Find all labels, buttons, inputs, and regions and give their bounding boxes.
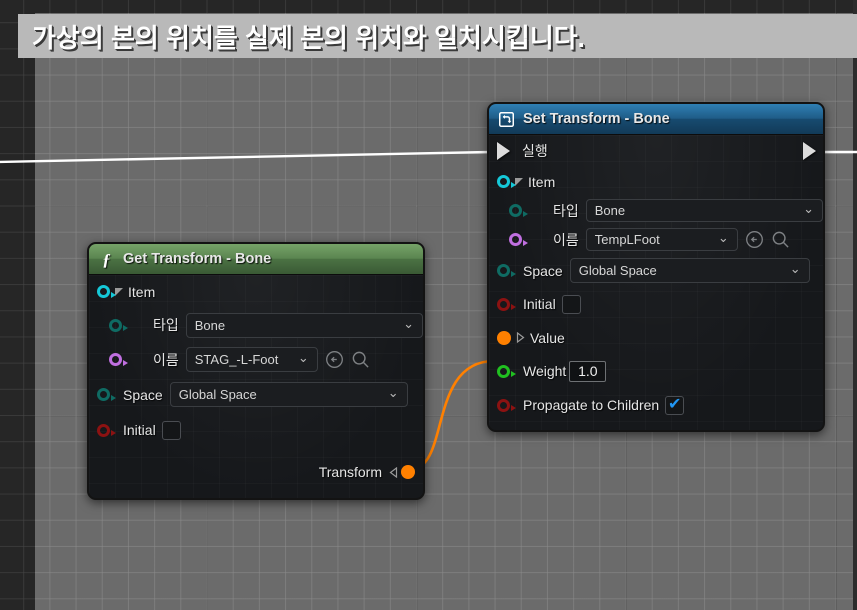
row-name: 이름 TempLFoot ⌄ <box>489 225 823 254</box>
node-get-transform-bone[interactable]: ƒ Get Transform - Bone Item 타입 Bone ⌄ 이름… <box>87 242 425 500</box>
initial-pin[interactable] <box>97 423 116 437</box>
space-dropdown[interactable]: Global Space ⌄ <box>169 382 408 407</box>
browse-back-icon[interactable] <box>325 350 344 369</box>
type-pin[interactable] <box>109 318 128 332</box>
comment-banner[interactable]: 가상의 본의 위치를 실제 본의 위치와 일치시킵니다. <box>18 14 857 58</box>
row-space: Space Global Space ⌄ <box>89 377 423 412</box>
chevron-down-icon: ⌄ <box>789 261 801 276</box>
expand-arrow-icon[interactable] <box>115 287 123 296</box>
node-title-set-transform-bone: Set Transform - Bone <box>523 111 670 127</box>
node-set-transform-bone[interactable]: Set Transform - Bone 실행 Item 타입 Bone ⌄ 이… <box>487 102 825 432</box>
type-dropdown[interactable]: Bone ⌄ <box>185 312 423 338</box>
row-propagate: Propagate to Children ✔ <box>489 388 823 422</box>
item-pin[interactable] <box>497 175 516 188</box>
expand-triangle-icon[interactable] <box>516 332 525 343</box>
row-item: Item <box>89 275 423 308</box>
node-body-set-transform-bone: 실행 Item 타입 Bone ⌄ 이름 TempLFoot ⌄ Space G… <box>489 135 823 430</box>
space-dropdown-value: Global Space <box>578 263 657 278</box>
exec-out-pin[interactable] <box>803 142 816 160</box>
space-pin[interactable] <box>497 264 516 277</box>
comment-banner-text: 가상의 본의 위치를 실제 본의 위치와 일치시킵니다. <box>32 22 585 53</box>
propagate-checkbox[interactable]: ✔ <box>665 395 685 415</box>
node-header-set-transform-bone[interactable]: Set Transform - Bone <box>489 104 823 135</box>
type-dropdown-value: Bone <box>194 317 226 333</box>
graph-left-gutter <box>0 0 35 610</box>
transform-output-label: Transform <box>318 464 382 480</box>
initial-label: Initial <box>523 296 556 312</box>
exec-label: 실행 <box>522 143 548 159</box>
chevron-down-icon: ⌄ <box>297 350 309 365</box>
initial-pin[interactable] <box>497 297 516 311</box>
name-pin[interactable] <box>509 233 528 246</box>
row-exec: 실행 <box>489 135 823 167</box>
name-dropdown[interactable]: STAG_-L-Foot ⌄ <box>185 347 318 372</box>
value-pin[interactable] <box>497 330 511 345</box>
name-dropdown-value: TempLFoot <box>594 232 660 247</box>
item-label: Item <box>128 283 156 300</box>
space-dropdown-value: Global Space <box>178 387 257 402</box>
browse-back-icon[interactable] <box>745 230 764 249</box>
node-header-get-transform-bone[interactable]: ƒ Get Transform - Bone <box>89 244 423 275</box>
type-dropdown[interactable]: Bone ⌄ <box>585 199 823 222</box>
name-label: 이름 <box>553 231 579 248</box>
node-body-get-transform-bone: Item 타입 Bone ⌄ 이름 STAG_-L-Foot ⌄ Space G… <box>89 275 423 498</box>
name-dropdown[interactable]: TempLFoot ⌄ <box>585 228 738 251</box>
type-label: 타입 <box>153 317 179 333</box>
space-dropdown[interactable]: Global Space ⌄ <box>569 258 810 283</box>
type-dropdown-value: Bone <box>594 203 626 218</box>
row-space: Space Global Space ⌄ <box>489 254 823 287</box>
collapse-triangle-icon[interactable] <box>389 466 398 478</box>
chevron-down-icon: ⌄ <box>403 315 414 331</box>
blueprint-graph-canvas[interactable]: 가상의 본의 위치를 실제 본의 위치와 일치시킵니다. Set Transfo… <box>0 0 857 610</box>
search-icon[interactable] <box>351 350 370 369</box>
space-pin[interactable] <box>97 388 116 401</box>
chevron-down-icon: ⌄ <box>387 385 399 400</box>
node-title-get-transform-bone: Get Transform - Bone <box>123 251 272 267</box>
weight-pin[interactable] <box>497 364 516 378</box>
expand-arrow-icon[interactable] <box>515 177 523 186</box>
search-icon[interactable] <box>771 230 790 249</box>
row-type: 타입 Bone ⌄ <box>89 308 423 342</box>
graph-right-gutter <box>853 0 857 610</box>
value-label: Value <box>530 329 565 346</box>
row-item: Item <box>489 167 823 196</box>
space-label: Space <box>523 262 563 279</box>
initial-label: Initial <box>123 422 156 438</box>
initial-checkbox[interactable] <box>161 420 181 440</box>
exec-in-pin[interactable] <box>497 142 510 160</box>
name-label: 이름 <box>153 351 179 368</box>
chevron-down-icon: ⌄ <box>717 230 729 245</box>
type-pin[interactable] <box>509 204 528 217</box>
row-name: 이름 STAG_-L-Foot ⌄ <box>89 342 423 377</box>
weight-input[interactable]: 1.0 <box>569 360 607 382</box>
type-label: 타입 <box>553 202 579 219</box>
initial-checkbox[interactable] <box>561 294 581 314</box>
propagate-checkbox-mark: ✔ <box>668 396 682 413</box>
row-type: 타입 Bone ⌄ <box>489 196 823 225</box>
row-initial: Initial <box>89 412 423 448</box>
transform-icon <box>498 111 515 128</box>
chevron-down-icon: ⌄ <box>803 201 814 216</box>
propagate-pin[interactable] <box>497 398 516 412</box>
propagate-label: Propagate to Children <box>523 397 660 413</box>
row-initial: Initial <box>489 287 823 321</box>
row-transform-output: Transform <box>89 454 423 490</box>
space-label: Space <box>123 386 163 403</box>
name-pin[interactable] <box>109 353 128 366</box>
row-value: Value <box>489 321 823 354</box>
item-pin[interactable] <box>97 285 116 298</box>
weight-input-value: 1.0 <box>578 363 598 379</box>
item-label: Item <box>528 173 556 190</box>
weight-label: Weight <box>523 363 567 379</box>
name-dropdown-value: STAG_-L-Foot <box>194 352 279 367</box>
graph-top-band <box>0 0 857 13</box>
transform-output-pin[interactable] <box>401 465 415 479</box>
row-weight: Weight 1.0 <box>489 354 823 388</box>
function-icon: ƒ <box>102 249 111 269</box>
